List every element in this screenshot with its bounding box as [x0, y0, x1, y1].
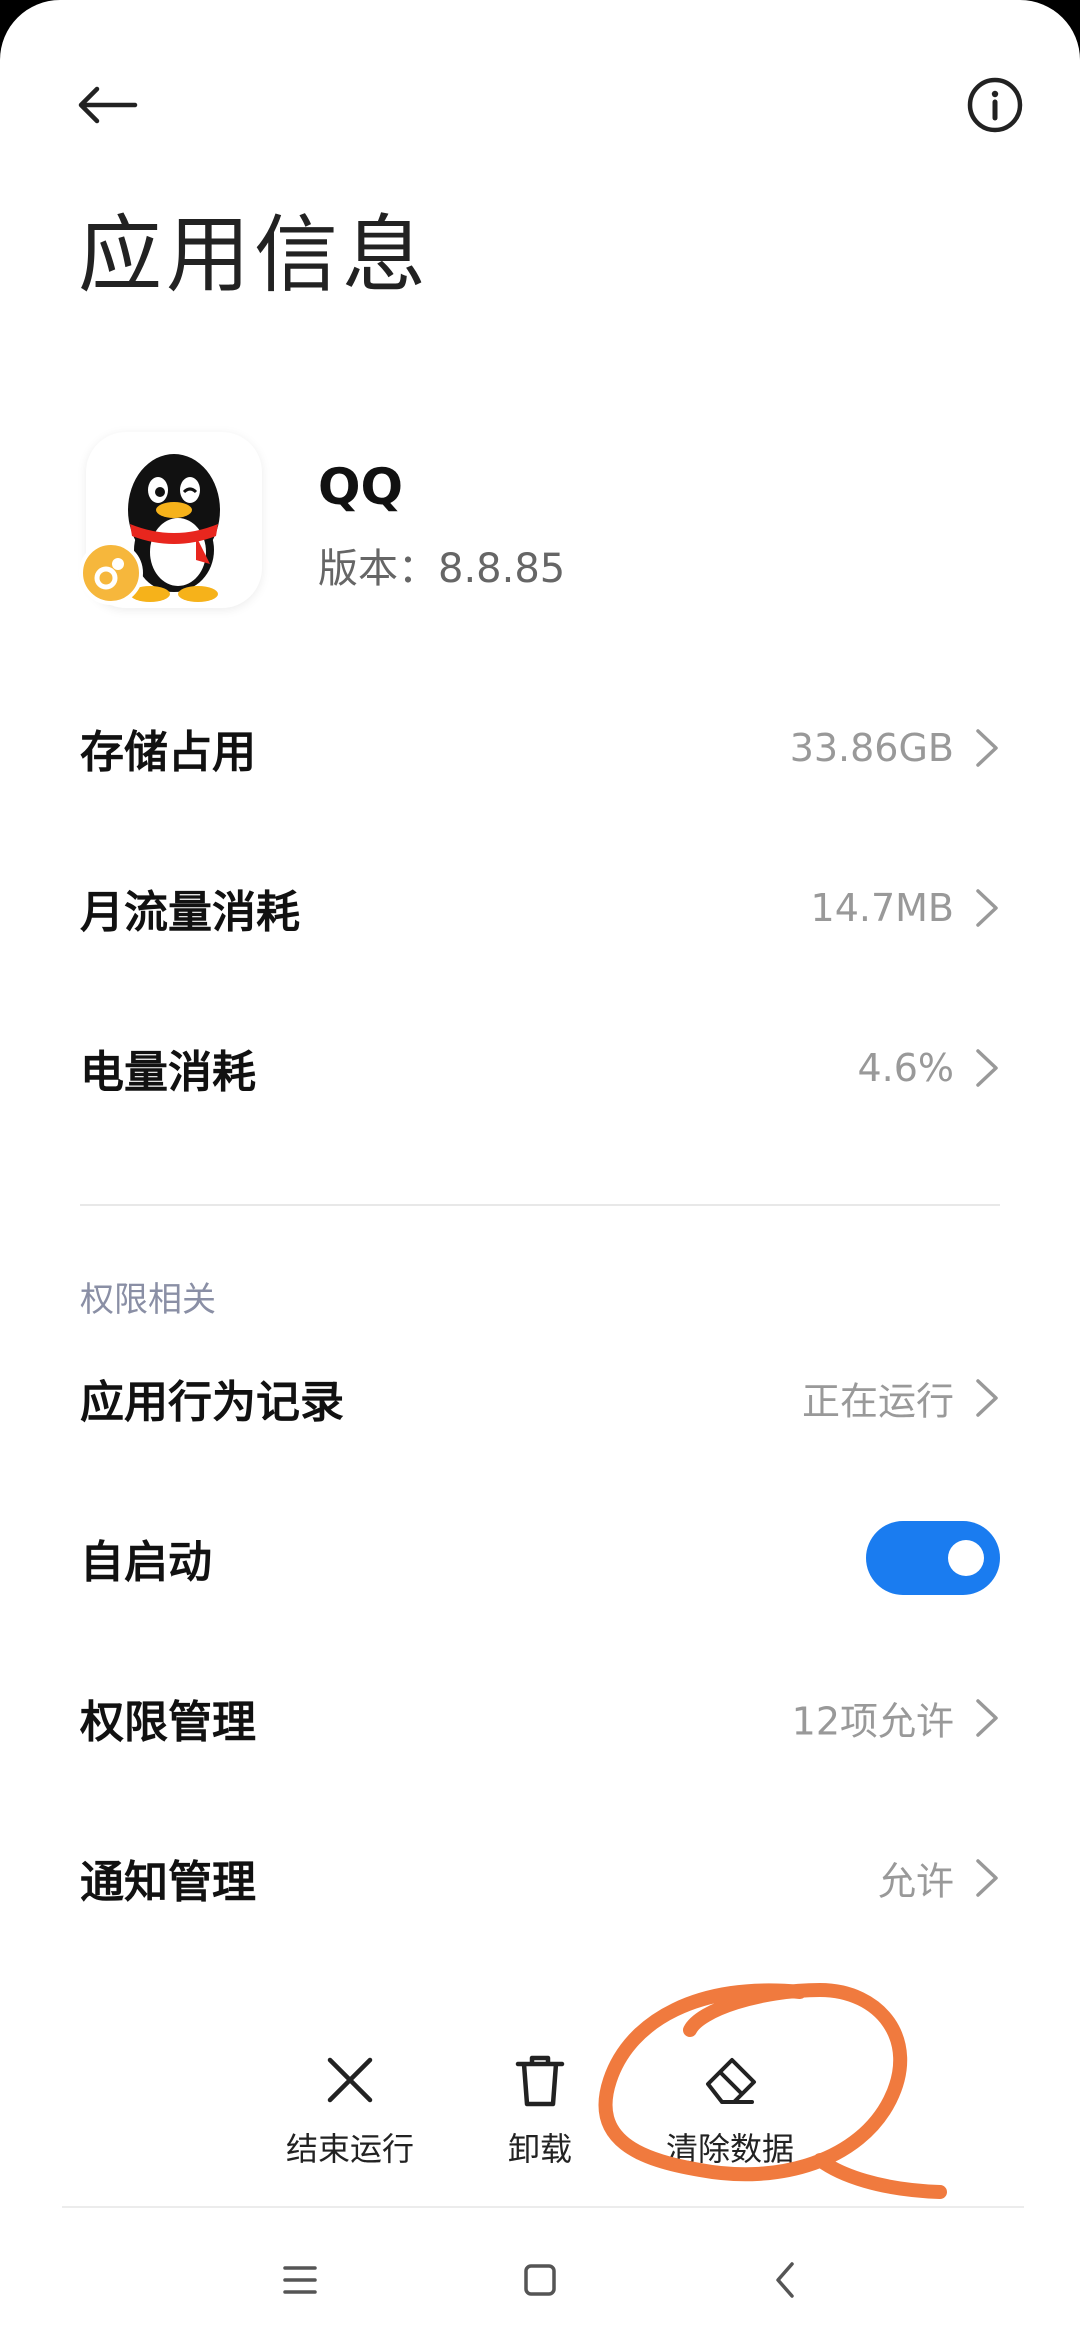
chevron-right-icon: [976, 1379, 998, 1417]
app-behavior-row[interactable]: 应用行为记录 正在运行: [0, 1328, 1080, 1468]
navbar-divider: [62, 2206, 1024, 2208]
action-label: 卸载: [507, 2130, 572, 2168]
chevron-right-icon: [976, 889, 998, 927]
hand-drawn-circle-annotation: [598, 1983, 947, 2199]
row-label: 自启动: [80, 1537, 212, 1588]
back-button[interactable]: [62, 60, 152, 150]
app-version: 版本：8.8.85: [318, 546, 566, 592]
row-label: 通知管理: [80, 1857, 256, 1908]
row-label: 存储占用: [80, 727, 256, 778]
section-label-permissions: 权限相关: [80, 1280, 216, 1320]
home-nav-button[interactable]: [510, 2250, 570, 2310]
chevron-right-icon: [976, 729, 998, 767]
app-icon: [79, 432, 262, 608]
uninstall-button[interactable]: 卸载: [450, 2010, 630, 2170]
row-label: 电量消耗: [80, 1047, 256, 1098]
system-navbar: [0, 2220, 1080, 2338]
clear-data-button[interactable]: 清除数据: [640, 2010, 820, 2170]
chevron-right-icon: [976, 1699, 998, 1737]
info-button[interactable]: [950, 60, 1040, 150]
info-icon: [967, 77, 1023, 133]
back-nav-button[interactable]: [755, 2250, 815, 2310]
battery-usage-row[interactable]: 电量消耗 4.6%: [0, 998, 1080, 1138]
permission-management-row[interactable]: 权限管理 12项允许: [0, 1648, 1080, 1788]
back-chevron-icon: [776, 2262, 794, 2298]
divider: [80, 1204, 1000, 1206]
row-value: 允许: [877, 1859, 954, 1904]
row-value: 正在运行: [801, 1379, 954, 1424]
notification-management-row[interactable]: 通知管理 允许: [0, 1808, 1080, 1948]
top-bar: [0, 40, 1080, 140]
app-name: QQ: [318, 458, 404, 516]
home-square-icon: [524, 2264, 556, 2296]
autostart-toggle[interactable]: [866, 1521, 1000, 1595]
toggle-knob: [948, 1540, 984, 1576]
force-stop-button[interactable]: 结束运行: [260, 2010, 440, 2170]
arrow-left-icon: [78, 86, 138, 124]
action-label: 清除数据: [665, 2130, 794, 2168]
row-value: 4.6%: [857, 1046, 954, 1090]
data-usage-row[interactable]: 月流量消耗 14.7MB: [0, 838, 1080, 978]
row-value: 12项允许: [791, 1699, 954, 1744]
row-value: 14.7MB: [810, 886, 954, 930]
autostart-row: 自启动: [0, 1488, 1080, 1628]
menu-nav-button[interactable]: [270, 2250, 330, 2310]
row-label: 应用行为记录: [80, 1377, 344, 1428]
trash-icon: [515, 2055, 565, 2107]
eraser-icon: [706, 2058, 756, 2104]
page-title: 应用信息: [78, 206, 431, 304]
menu-icon: [283, 2266, 317, 2294]
chevron-right-icon: [976, 1859, 998, 1897]
app-info-screen: 应用信息 QQ 版本：8.8.85 存储占用 33.86GB 月流量消耗 14.…: [0, 0, 1080, 2338]
row-value: 33.86GB: [789, 726, 954, 770]
row-label: 权限管理: [80, 1697, 256, 1748]
storage-row[interactable]: 存储占用 33.86GB: [0, 678, 1080, 818]
chevron-right-icon: [976, 1049, 998, 1087]
action-bar: 结束运行 卸载 清除数据: [0, 2010, 1080, 2170]
close-icon: [327, 2057, 373, 2103]
badge-icon: [79, 541, 143, 605]
row-label: 月流量消耗: [80, 887, 300, 938]
action-label: 结束运行: [285, 2130, 414, 2168]
